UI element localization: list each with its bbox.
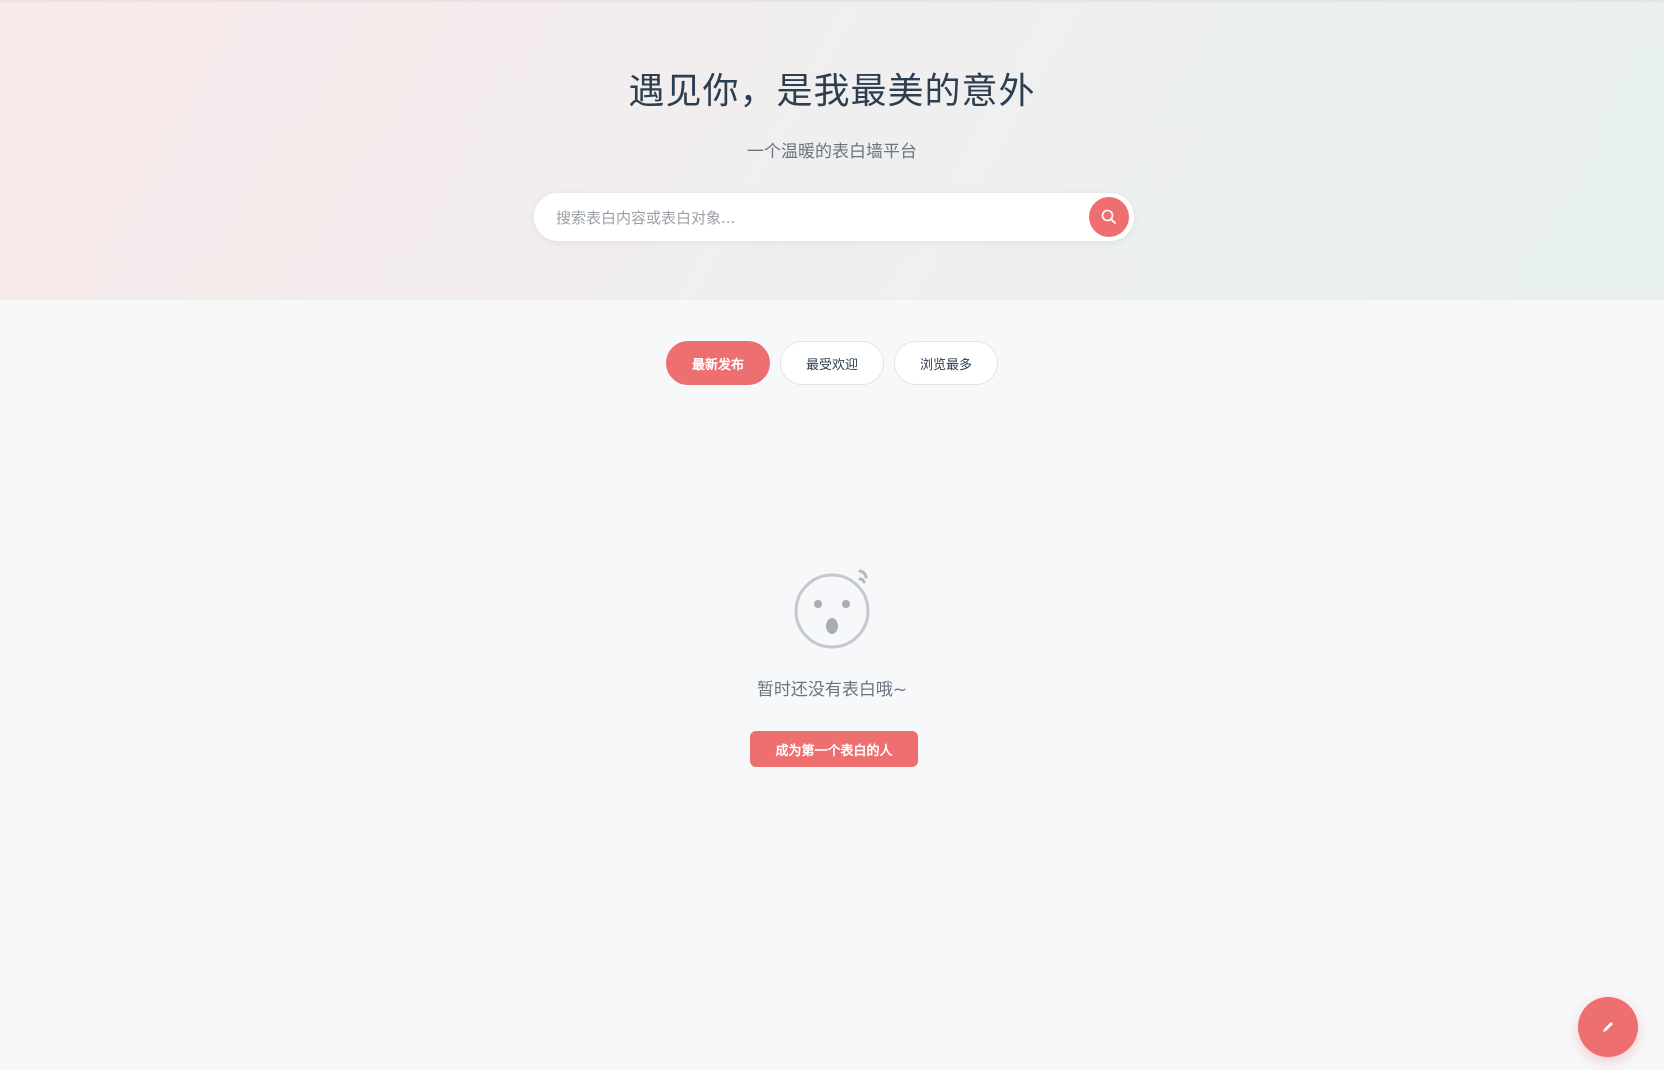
empty-state-message: 暂时还没有表白哦~ (756, 680, 908, 700)
tab-most-viewed[interactable]: 浏览最多 (894, 341, 998, 385)
tab-latest[interactable]: 最新发布 (666, 341, 770, 385)
first-confession-button[interactable]: 成为第一个表白的人 (750, 731, 918, 767)
search-icon (1101, 209, 1116, 224)
hero-banner: 遇见你，是我最美的意外 一个温暖的表白墙平台 (0, 0, 1664, 300)
tab-popular[interactable]: 最受欢迎 (780, 341, 884, 385)
pencil-icon (1603, 1022, 1613, 1032)
search-button[interactable] (1089, 197, 1129, 237)
search-input[interactable] (554, 193, 1058, 243)
search-bar (534, 193, 1134, 243)
sort-tabs: 最新发布 最受欢迎 浏览最多 (0, 341, 1664, 385)
surprised-face-icon (790, 565, 880, 659)
page-title: 遇见你，是我最美的意外 (628, 71, 1036, 112)
page-subtitle: 一个温暖的表白墙平台 (747, 142, 917, 162)
compose-button[interactable] (1578, 997, 1638, 1057)
